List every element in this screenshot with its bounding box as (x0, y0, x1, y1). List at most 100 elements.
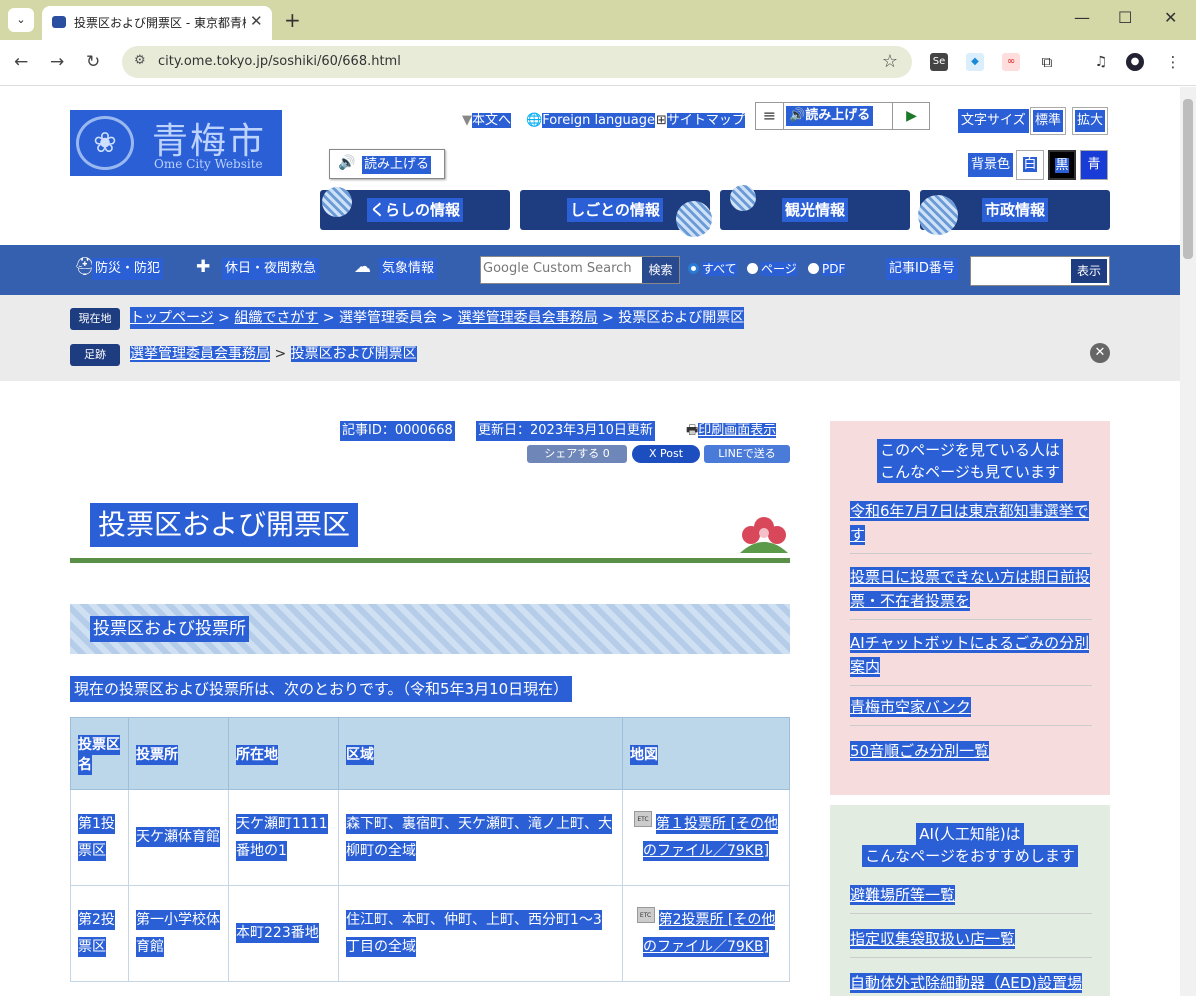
section-heading: 投票区および投票所 (70, 604, 790, 654)
close-window-icon[interactable]: ✕ (1164, 8, 1177, 27)
font-size-label: 文字サイズ (958, 109, 1029, 133)
play-icon[interactable]: ▶ (892, 103, 930, 129)
page-title: 投票区および開票区 (90, 503, 359, 547)
radio-all[interactable]: すべて (686, 259, 739, 279)
bg-blue-button[interactable]: 青 (1080, 150, 1108, 180)
foreign-language-link[interactable]: 🌐Foreign language (524, 111, 657, 131)
updated-date: 更新日：2023年3月10日更新 (476, 421, 655, 441)
crumb-election-office[interactable]: 選挙管理委員会事務局 (458, 310, 598, 326)
crumb-top[interactable]: トップページ (130, 310, 214, 326)
map-link[interactable]: ETC 第１投票所 [その他のファイル／79KB] (622, 789, 790, 886)
article-id-show-button[interactable]: 表示 (1071, 259, 1107, 283)
new-tab-icon[interactable]: + (284, 8, 301, 32)
maximize-icon[interactable]: ☐ (1118, 8, 1132, 27)
map-link[interactable]: ETC 第2投票所 [その他のファイル／79KB] (622, 885, 790, 982)
radio-empty-icon (808, 263, 819, 274)
search-button[interactable]: 検索 (641, 257, 679, 283)
related-pages-box: このページを見ている人は こんなページも見ています 令和6年7月7日は東京都知事… (830, 421, 1110, 795)
pattern-deco-icon (918, 195, 958, 235)
recommend-link[interactable]: 自動体外式除細動器（AED)設置場 (850, 971, 1092, 996)
read-aloud-button[interactable]: 🔊読み上げる (786, 106, 874, 126)
read-aloud-popup[interactable]: 🔊 読み上げる (329, 149, 445, 179)
table-header-row: 投票区名 投票所 所在地 区域 地図 (70, 717, 790, 790)
scrollbar-thumb[interactable] (1183, 99, 1193, 259)
url-text[interactable]: city.ome.tokyo.jp/soshiki/60/668.html (158, 54, 401, 69)
minimize-icon[interactable]: — (1074, 8, 1090, 27)
sitemap-icon: ⊞ (656, 113, 667, 128)
bg-color-label: 背景色 (968, 153, 1014, 177)
related-link[interactable]: 青梅市空家バンク (850, 695, 1092, 726)
related-link[interactable]: AIチャットボットによるごみの分別案内 (850, 631, 1092, 686)
trail-election-office[interactable]: 選挙管理委員会事務局 (130, 346, 270, 362)
search-input[interactable]: Google Custom Search (483, 261, 632, 276)
browser-tab-active[interactable]: 投票区および開票区 - 東京都青梅 ✕ (42, 6, 272, 40)
article-id-input[interactable]: 表示 (970, 256, 1110, 286)
site-search-box[interactable]: Google Custom Search 検索 (480, 256, 680, 284)
tab-title: 投票区および開票区 - 東京都青梅 (74, 16, 246, 30)
radio-empty-icon (747, 263, 758, 274)
close-trail-icon[interactable]: ✕ (1090, 343, 1110, 363)
read-menu-icon[interactable]: ≡ (756, 103, 784, 129)
line-share-button[interactable]: LINEで送る (704, 445, 790, 463)
media-control-icon[interactable]: ♫ (1092, 53, 1110, 71)
extension-red-icon[interactable]: ∞ (1002, 53, 1020, 71)
globe-icon: 🌐 (526, 113, 543, 128)
disaster-prevention-link[interactable]: 防災・防犯 (92, 258, 164, 280)
recommend-link[interactable]: 避難場所等一覧 (850, 883, 1092, 914)
site-info-icon[interactable]: ⚙ (134, 53, 146, 68)
scrollbar[interactable] (1180, 87, 1196, 996)
crumb-organization[interactable]: 組織でさがす (234, 310, 318, 326)
extension-blue-icon[interactable]: ◆ (966, 53, 984, 71)
font-standard-button[interactable]: 標準 (1030, 107, 1067, 135)
recommend-link[interactable]: 指定収集袋取扱い店一覧 (850, 927, 1092, 958)
related-link[interactable]: 令和6年7月7日は東京都知事選挙です (850, 499, 1092, 554)
trail-current: 投票区および開票区 (290, 346, 417, 362)
related-link[interactable]: 投票日に投票できない方は期日前投票・不在者投票を (850, 565, 1092, 620)
browser-menu-icon[interactable]: ⋮ (1164, 53, 1182, 71)
related-link[interactable]: 50音順ごみ分別一覧 (850, 739, 1092, 769)
radio-page[interactable]: ページ (745, 259, 799, 279)
ambulance-icon: ✚ (196, 257, 211, 277)
breadcrumb-area: 現在地 トップページ > 組織でさがす > 選挙管理委員会 > 選挙管理委員会事… (0, 295, 1180, 381)
profile-avatar-icon[interactable]: ● (1126, 53, 1144, 71)
back-icon[interactable]: ← (14, 52, 28, 72)
speaker-icon: 🔊 (338, 155, 356, 171)
address-bar[interactable]: ⚙ city.ome.tokyo.jp/soshiki/60/668.html … (122, 46, 912, 78)
table-row: 第1投票区 天ケ瀬体育館 天ケ瀬町1111番地の1 森下町、裏宿町、天ケ瀬町、滝… (70, 789, 790, 886)
bg-black-button[interactable]: 黒 (1048, 150, 1076, 180)
web-page: ❀ 青梅市 Ome City Website ▼本文へ 🌐Foreign lan… (0, 87, 1180, 996)
polling-table: 投票区名 投票所 所在地 区域 地図 第1投票区 天ケ瀬体育館 天ケ瀬町1111… (70, 717, 790, 982)
extension-selenium-icon[interactable]: Se (930, 53, 948, 71)
article-id-label: 記事ID番号 (886, 258, 958, 280)
table-row: 第2投票区 第一小学校体育館 本町223番地 住江町、本町、仲町、上町、西分町1… (70, 885, 790, 982)
ai-box-title: AI(人工知能)は こんなページをおすすめします (830, 823, 1110, 867)
forward-icon[interactable]: → (50, 52, 64, 72)
lead-text: 現在の投票区および投票所は、次のとおりです。（令和5年3月10日現在） (70, 676, 573, 702)
radio-pdf[interactable]: PDF (806, 259, 847, 279)
x-post-button[interactable]: X Post (632, 445, 700, 463)
close-tab-icon[interactable]: ✕ (250, 12, 263, 30)
emergency-clinic-link[interactable]: 休日・夜間救急 (222, 258, 320, 280)
skip-to-content-link[interactable]: ▼本文へ (460, 111, 513, 131)
tab-search-button[interactable]: ⌄ (8, 8, 34, 32)
reload-icon[interactable]: ↻ (86, 52, 100, 72)
site-logo[interactable]: ❀ 青梅市 Ome City Website (70, 110, 282, 176)
trail-breadcrumb: 選挙管理委員会事務局 > 投票区および開票区 (130, 346, 417, 362)
extensions-puzzle-icon[interactable]: ⧉ (1038, 53, 1056, 71)
current-location-badge: 現在地 (70, 308, 120, 330)
title-underline (70, 558, 790, 563)
facebook-share-button[interactable]: シェアする 0 (527, 445, 627, 463)
print-link[interactable]: 🖶印刷画面表示 (684, 421, 778, 441)
sitemap-link[interactable]: ⊞サイトマップ (654, 111, 747, 131)
trail-badge: 足跡 (70, 344, 120, 366)
bookmark-star-icon[interactable]: ☆ (882, 51, 898, 72)
browser-tab-strip: ⌄ 投票区および開票区 - 東京都青梅 ✕ + — ☐ ✕ (0, 0, 1196, 40)
th-area: 区域 (338, 717, 623, 790)
crumb-election-committee: 選挙管理委員会 (339, 310, 438, 326)
font-large-button[interactable]: 拡大 (1072, 107, 1109, 135)
logo-sub: Ome City Website (154, 157, 263, 171)
weather-info-link[interactable]: 気象情報 (379, 258, 438, 280)
bg-white-button[interactable]: 白 (1016, 150, 1044, 180)
th-district: 投票区名 (70, 717, 129, 790)
read-aloud-toolbar: ≡ 🔊読み上げる ▶ (755, 102, 930, 130)
